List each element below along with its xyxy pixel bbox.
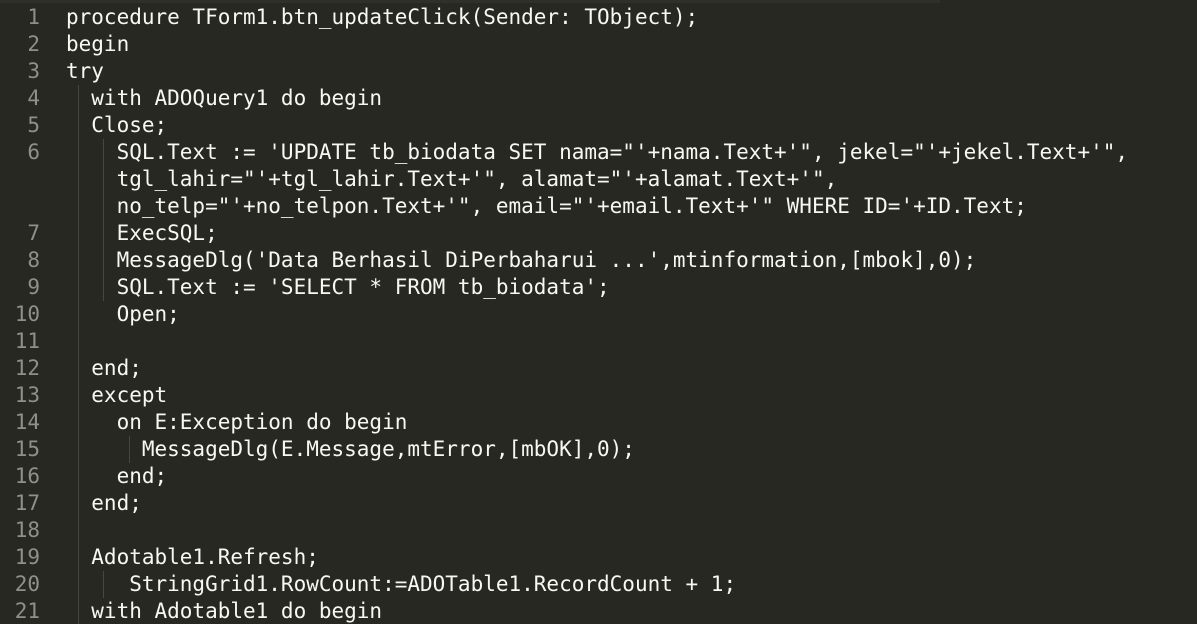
code-line[interactable]: end; — [66, 355, 1197, 382]
code-line[interactable]: except — [66, 382, 1197, 409]
line-number: 19 — [14, 545, 40, 569]
line-number: 15 — [14, 437, 40, 461]
code-line[interactable]: MessageDlg(E.Message,mtError,[mbOK],0); — [66, 436, 1197, 463]
code-line[interactable]: Adotable1.Refresh; — [66, 544, 1197, 571]
code-line[interactable] — [66, 328, 1197, 355]
line-number: 8 — [27, 248, 40, 272]
code-line[interactable]: tgl_lahir="'+tgl_lahir.Text+'", alamat="… — [66, 166, 1197, 193]
line-number: 21 — [14, 599, 40, 623]
line-number — [0, 193, 50, 220]
indent-guide — [129, 436, 130, 463]
code-line[interactable] — [66, 517, 1197, 544]
code-line[interactable]: with ADOQuery1 do begin — [66, 85, 1197, 112]
indent-guide — [78, 85, 79, 624]
code-line[interactable]: Open; — [66, 301, 1197, 328]
indent-guide — [103, 139, 104, 301]
line-number — [0, 166, 50, 193]
line-number: 2 — [27, 32, 40, 56]
code-line[interactable]: ExecSQL; — [66, 220, 1197, 247]
code-editor[interactable]: 1 2 3 4 5 6 7 8 9 10 11 12 13 14 15 16 1… — [0, 0, 1197, 624]
line-number: 11 — [14, 329, 40, 353]
horizontal-scrollbar[interactable] — [0, 0, 940, 3]
line-number: 14 — [14, 410, 40, 434]
code-area[interactable]: procedure TForm1.btn_updateClick(Sender:… — [66, 4, 1197, 624]
code-line[interactable]: end; — [66, 490, 1197, 517]
line-number: 13 — [14, 383, 40, 407]
code-line[interactable]: MessageDlg('Data Berhasil DiPerbaharui .… — [66, 247, 1197, 274]
line-number: 5 — [27, 113, 40, 137]
line-number: 1 — [27, 5, 40, 29]
code-line[interactable]: SQL.Text := 'UPDATE tb_biodata SET nama=… — [66, 139, 1197, 166]
line-number: 18 — [14, 518, 40, 542]
code-line[interactable]: with Adotable1 do begin — [66, 598, 1197, 624]
line-number: 9 — [27, 275, 40, 299]
line-number: 7 — [27, 221, 40, 245]
line-number: 16 — [14, 464, 40, 488]
line-number: 4 — [27, 86, 40, 110]
code-line[interactable]: try — [66, 58, 1197, 85]
line-number: 6 — [27, 140, 40, 164]
indent-guide — [103, 571, 104, 598]
code-line[interactable]: Close; — [66, 112, 1197, 139]
line-number: 10 — [14, 302, 40, 326]
code-line[interactable]: SQL.Text := 'SELECT * FROM tb_biodata'; — [66, 274, 1197, 301]
line-number-gutter: 1 2 3 4 5 6 7 8 9 10 11 12 13 14 15 16 1… — [0, 4, 50, 624]
line-number: 17 — [14, 491, 40, 515]
code-line[interactable]: procedure TForm1.btn_updateClick(Sender:… — [66, 4, 1197, 31]
line-number: 12 — [14, 356, 40, 380]
line-number: 20 — [14, 572, 40, 596]
code-line[interactable]: end; — [66, 463, 1197, 490]
code-line[interactable]: on E:Exception do begin — [66, 409, 1197, 436]
code-line[interactable]: begin — [66, 31, 1197, 58]
code-line[interactable]: no_telp="'+no_telpon.Text+'", email="'+e… — [66, 193, 1197, 220]
line-number: 3 — [27, 59, 40, 83]
code-line[interactable]: StringGrid1.RowCount:=ADOTable1.RecordCo… — [66, 571, 1197, 598]
